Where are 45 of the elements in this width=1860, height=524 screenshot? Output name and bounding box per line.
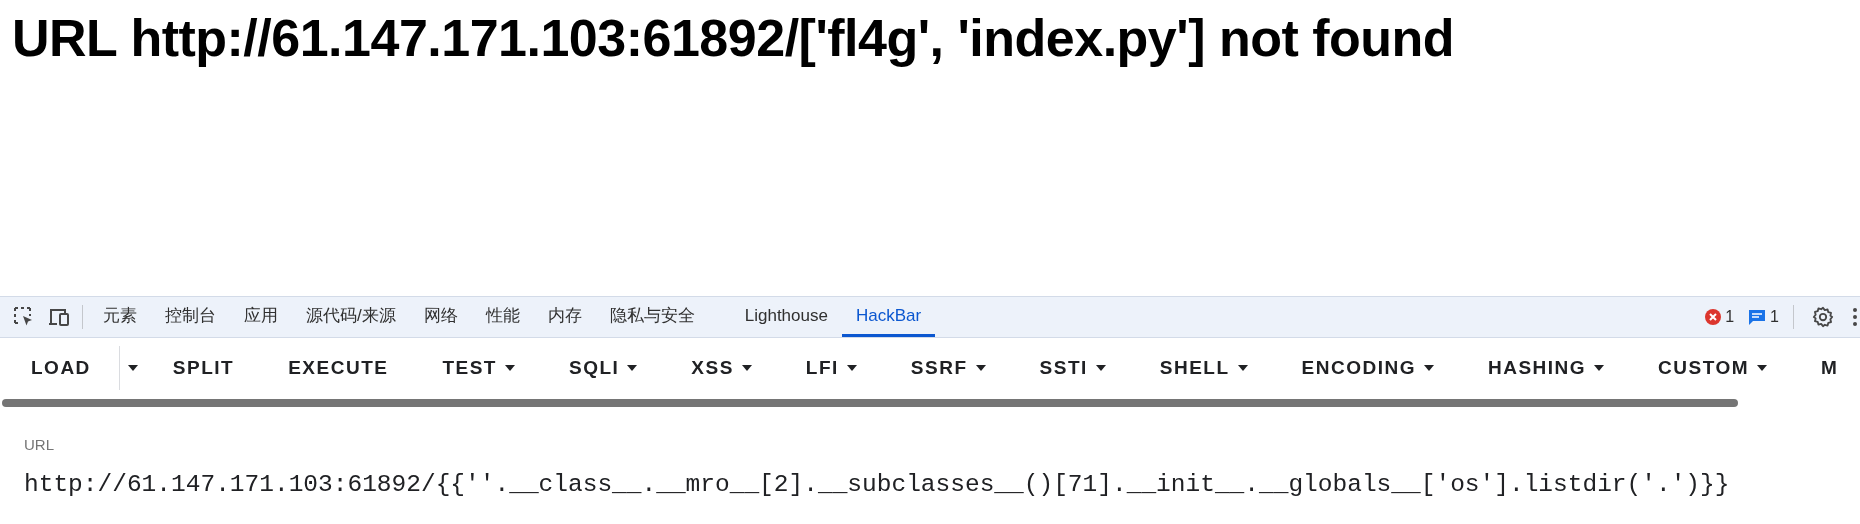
caret-icon xyxy=(1423,365,1434,371)
error-icon xyxy=(1705,309,1722,325)
toolbar-button[interactable]: TEST xyxy=(415,346,542,390)
toolbar-button[interactable]: CUSTOM xyxy=(1631,346,1795,390)
more-options-icon[interactable] xyxy=(1852,307,1858,327)
toolbar-button[interactable]: SSRF xyxy=(883,346,1013,390)
settings-icon[interactable] xyxy=(1812,306,1834,328)
toolbar-button[interactable]: ENCODING xyxy=(1274,346,1461,390)
caret-icon xyxy=(1095,365,1106,371)
message-count[interactable]: 1 xyxy=(1770,305,1779,329)
devtools-tab[interactable]: Lighthouse xyxy=(730,297,842,337)
devtools-tab[interactable]: 内存 xyxy=(533,297,596,337)
message-icon xyxy=(1748,309,1767,325)
toolbar-button[interactable]: SQLI xyxy=(542,346,665,390)
scrollbar[interactable] xyxy=(2,399,1738,407)
caret-icon xyxy=(1237,365,1248,371)
page-heading: URL http://61.147.171.103:61892/['fl4g', 'index.py'] not found xyxy=(12,8,1455,68)
caret-icon xyxy=(127,365,138,371)
toolbar-button[interactable]: SHELL xyxy=(1132,346,1275,390)
caret-icon xyxy=(505,365,515,371)
caret-icon xyxy=(975,365,986,371)
toolbar-button[interactable]: SSTI xyxy=(1012,346,1133,390)
devtools-tab[interactable]: 元素 xyxy=(89,297,151,337)
toolbar-button[interactable]: EXECUTE xyxy=(261,346,416,390)
devtools-tab[interactable]: 源代码/来源 xyxy=(292,297,410,337)
devtools-tab[interactable]: 网络 xyxy=(409,297,472,337)
devtools-tab[interactable]: 隐私与安全 xyxy=(595,297,709,337)
devtools-tab[interactable]: 性能 xyxy=(471,297,534,337)
toolbar-button[interactable]: SPLIT xyxy=(145,346,262,390)
caret-icon xyxy=(1594,365,1605,371)
devtools-tab[interactable]: HackBar xyxy=(841,297,936,337)
devtools-tab[interactable]: 应用 xyxy=(230,297,292,337)
caret-icon xyxy=(1757,365,1768,371)
error-count[interactable]: 1 xyxy=(1725,305,1735,329)
toolbar-button[interactable]: HASHING xyxy=(1460,346,1632,390)
url-label: URL xyxy=(24,435,55,455)
caret-icon xyxy=(846,365,857,371)
devtools-tab[interactable]: 控制台 xyxy=(151,297,230,337)
toolbar-button[interactable]: XSS xyxy=(664,346,779,390)
toolbar-button[interactable]: LFI xyxy=(778,346,884,390)
url-field[interactable]: http://61.147.171.103:61892/{{''.__class__.__mro__[2].__subclasses__()[71].__init__.__globals__['os'].listdir('.')}} xyxy=(24,466,1836,504)
toolbar-button[interactable]: M xyxy=(1794,346,1860,390)
caret-icon xyxy=(741,365,752,371)
toolbar-button[interactable]: LOAD xyxy=(4,346,119,390)
caret-icon xyxy=(627,365,638,371)
